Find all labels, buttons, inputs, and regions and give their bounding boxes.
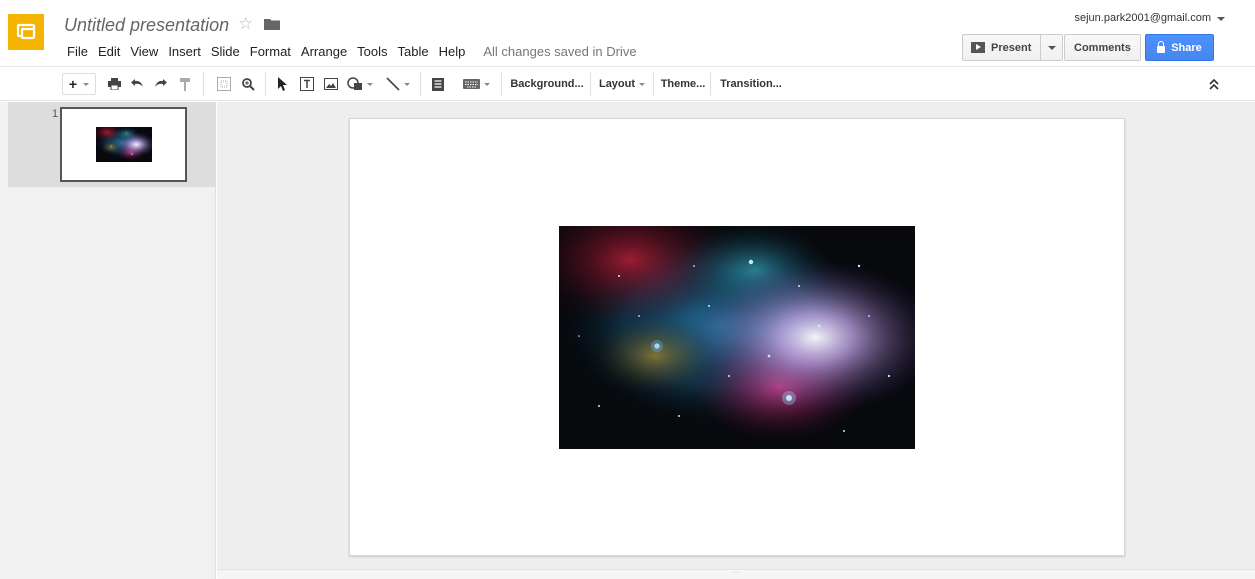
present-group: Present [962,34,1064,61]
theme-button[interactable]: Theme... [660,73,706,95]
chevron-down-icon [483,82,490,86]
menu-insert[interactable]: Insert [163,44,206,59]
collapse-icon [1209,78,1219,90]
zoom-fit-icon [217,77,231,91]
slide-canvas[interactable] [349,118,1125,556]
space-nebula-thumbnail-image [95,127,152,162]
new-slide-button[interactable]: + [62,73,96,95]
lock-icon [1157,41,1166,53]
notes-resize-handle[interactable]: ··· [217,569,1255,579]
image-icon [324,78,338,90]
line-tool-button[interactable] [381,73,415,95]
paint-format-button[interactable] [176,73,194,95]
comment-button[interactable] [428,73,448,95]
menu-table[interactable]: Table [393,44,434,59]
share-label: Share [1171,41,1202,54]
zoom-button[interactable] [238,73,258,95]
slide-number: 1 [52,108,59,120]
slide-canvas-area[interactable]: ··· [217,102,1255,579]
slide-filmstrip[interactable]: 1 [0,102,216,579]
header: Untitled presentation ☆ File Edit View I… [0,0,1255,66]
share-button[interactable]: Share [1145,34,1214,61]
menu-arrange[interactable]: Arrange [296,44,352,59]
textbox-icon [300,77,314,91]
menu-format[interactable]: Format [245,44,296,59]
chevron-down-icon [1047,45,1056,50]
input-tools-button[interactable] [458,73,494,95]
transition-label: Transition... [720,78,782,90]
paint-format-icon [180,77,190,91]
layout-label: Layout [598,78,636,90]
background-label: Background... [510,78,584,90]
toolbar-separator [501,72,502,96]
toolbar-separator [653,72,654,96]
nebula-graphic [559,226,915,449]
toolbar-separator [203,72,204,96]
input-tools-icon [462,79,480,89]
toolbar-separator [710,72,711,96]
select-icon [278,77,287,91]
menu-help[interactable]: Help [434,44,471,59]
zoom-icon [241,77,255,91]
image-tool-button[interactable] [321,73,341,95]
chevron-down-icon [83,82,90,86]
toolbar: + Background... Layout Theme... Transiti… [0,66,1255,101]
toolbar-separator [420,72,421,96]
chevron-down-icon [639,82,646,86]
zoom-fit-button[interactable] [214,73,234,95]
print-button[interactable] [105,73,123,95]
account-email[interactable]: sejun.park2001@gmail.com [1074,12,1211,24]
comments-button[interactable]: Comments [1064,34,1141,61]
menubar: File Edit View Insert Slide Format Arran… [62,43,637,59]
undo-button[interactable] [128,73,146,95]
comment-icon [432,77,444,91]
print-icon [107,78,121,90]
save-status[interactable]: All changes saved in Drive [483,44,636,59]
star-icon[interactable]: ☆ [238,14,253,34]
toolbar-separator [265,72,266,96]
transition-button[interactable]: Transition... [718,73,784,95]
shape-icon [347,77,362,90]
chevron-down-icon [367,82,373,86]
present-icon [971,42,985,53]
menu-tools[interactable]: Tools [352,44,392,59]
shape-tool-button[interactable] [345,73,375,95]
present-label: Present [991,41,1032,54]
menu-edit[interactable]: Edit [93,44,125,59]
line-icon [386,77,400,91]
undo-icon [130,79,143,87]
menu-slide[interactable]: Slide [206,44,245,59]
layout-button[interactable]: Layout [597,73,647,95]
redo-button[interactable] [151,73,169,95]
menu-file[interactable]: File [62,44,93,59]
present-dropdown-button[interactable] [1041,34,1064,61]
select-tool-button[interactable] [273,73,293,95]
slide-thumbnail[interactable] [60,107,187,182]
account-caret-icon[interactable] [1217,17,1225,21]
space-nebula-image[interactable] [559,226,915,449]
app-logo-icon[interactable] [8,14,44,50]
redo-icon [154,79,167,87]
background-button[interactable]: Background... [508,73,586,95]
theme-label: Theme... [660,78,706,90]
folder-icon[interactable] [264,18,280,33]
collapse-toolbar-button[interactable] [1206,73,1222,95]
document-title[interactable]: Untitled presentation [64,15,229,36]
chevron-down-icon [404,82,410,86]
menu-view[interactable]: View [125,44,163,59]
present-button[interactable]: Present [962,34,1042,61]
toolbar-separator [590,72,591,96]
textbox-tool-button[interactable] [297,73,317,95]
add-icon: + [68,76,78,92]
